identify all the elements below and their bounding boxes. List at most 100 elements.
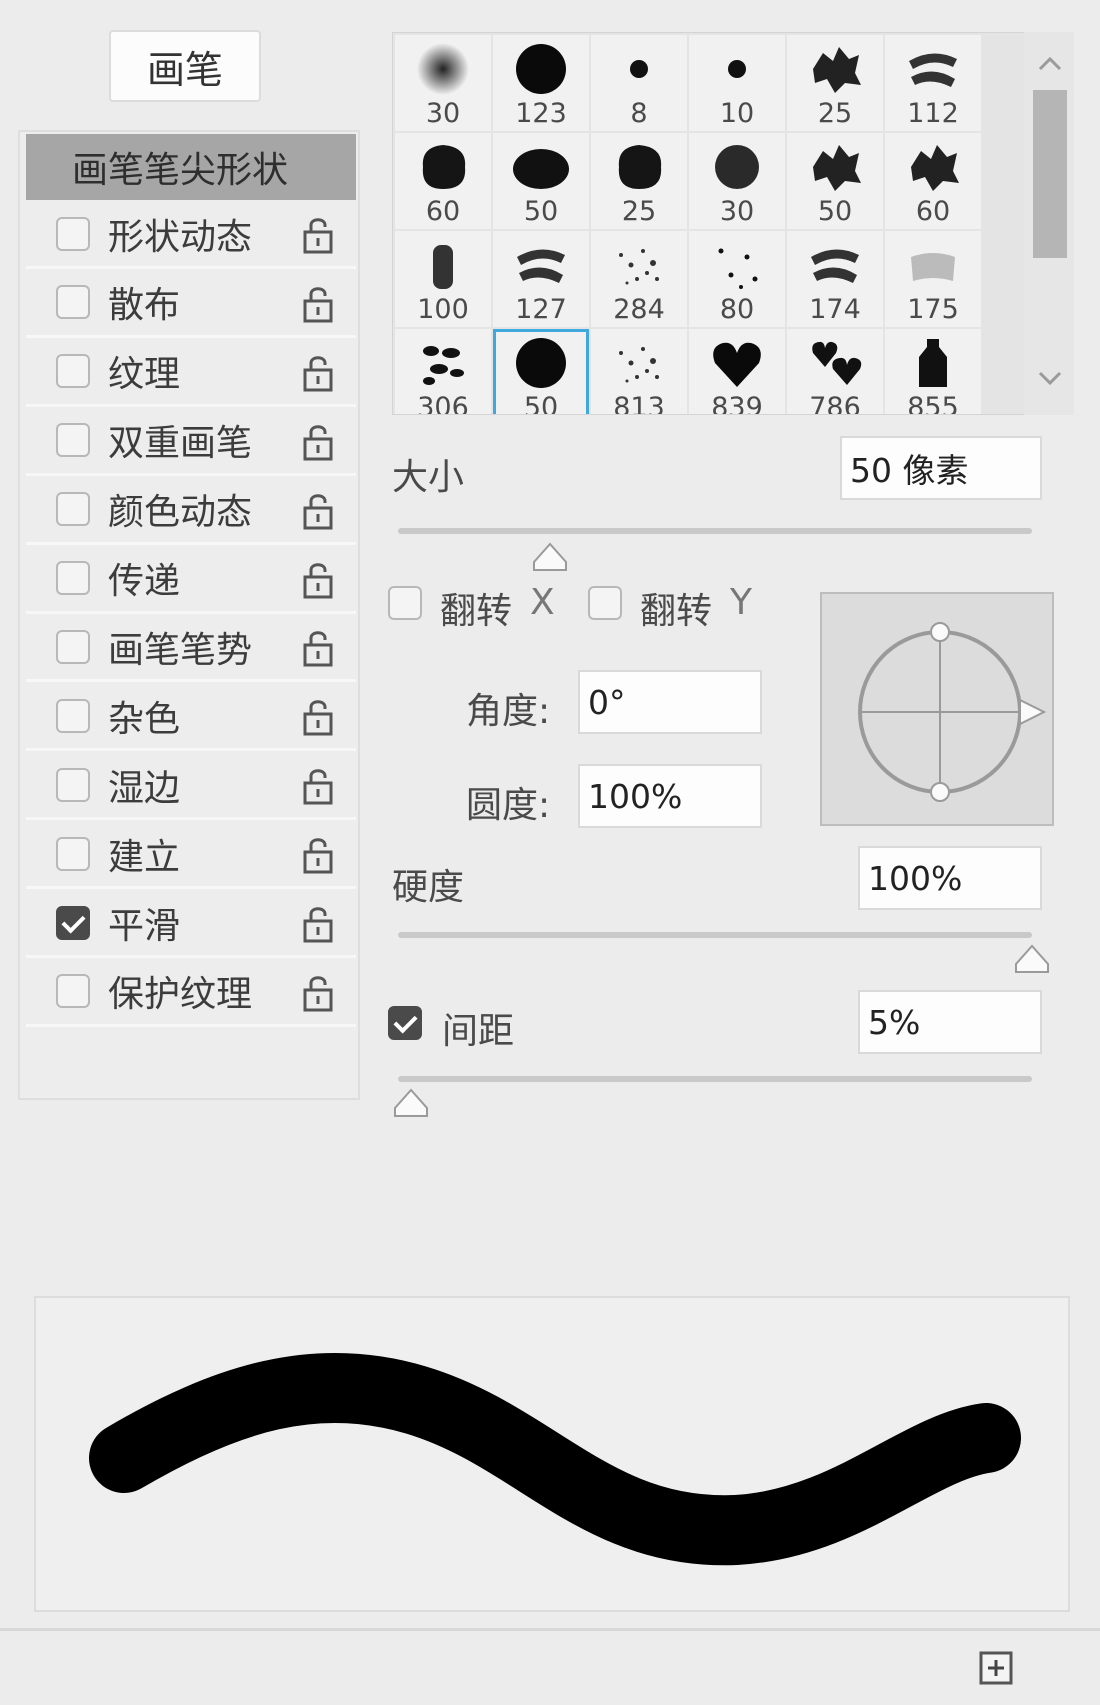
spacing-checkbox[interactable]	[388, 1006, 422, 1040]
brush-option-row[interactable]: 保护纹理	[26, 959, 356, 1027]
size-slider-thumb[interactable]	[530, 540, 570, 574]
hardness-input[interactable]: 100%	[858, 846, 1042, 910]
brush-option-row[interactable]: 颜色动态	[26, 477, 356, 545]
unlock-icon[interactable]	[302, 766, 334, 806]
size-input[interactable]: 50 像素	[840, 436, 1042, 500]
brush-preset-cell[interactable]: 839	[689, 329, 785, 414]
brush-option-row[interactable]: 传递	[26, 546, 356, 614]
hardness-slider-thumb[interactable]	[1012, 942, 1052, 976]
brush-preset-cell[interactable]: 8	[591, 35, 687, 131]
brush-preset-cell[interactable]: 30	[395, 35, 491, 131]
brush-preset-cell[interactable]: 175	[885, 231, 981, 327]
brush-option-checkbox[interactable]	[56, 974, 90, 1009]
brush-option-row[interactable]: 建立	[26, 821, 356, 890]
brush-option-row[interactable]: 散布	[26, 270, 356, 338]
brush-option-checkbox[interactable]	[56, 836, 90, 871]
new-brush-preset-icon[interactable]	[978, 1650, 1014, 1686]
brush-preset-cell[interactable]: 60	[395, 133, 491, 229]
brush-preset-size: 112	[907, 98, 959, 129]
roundness-input[interactable]: 100%	[578, 764, 762, 828]
brush-option-checkbox[interactable]	[56, 354, 90, 389]
brush-preset-cell[interactable]: 123	[493, 35, 589, 131]
flip-y-axis-label: Y	[730, 582, 752, 623]
brush-preset-size: 60	[425, 196, 461, 227]
scrollbar-thumb[interactable]	[1033, 90, 1067, 258]
unlock-icon[interactable]	[302, 422, 334, 462]
spacing-input[interactable]: 5%	[858, 990, 1042, 1054]
brush-preset-size: 25	[817, 98, 853, 129]
size-slider-track[interactable]	[398, 528, 1032, 534]
unlock-icon[interactable]	[302, 973, 334, 1013]
brush-tip-shape-item[interactable]: 画笔笔尖形状	[26, 134, 356, 200]
brush-option-checkbox[interactable]	[56, 561, 90, 595]
unlock-icon[interactable]	[302, 628, 334, 668]
unlock-icon[interactable]	[302, 697, 334, 737]
scroll-up-icon[interactable]	[1037, 54, 1063, 74]
brush-option-checkbox[interactable]	[56, 216, 90, 251]
brush-option-checkbox[interactable]	[56, 285, 90, 320]
brush-option-row[interactable]: 形状动态	[26, 201, 356, 269]
brush-preset-cell[interactable]: 80	[689, 231, 785, 327]
brush-preset-cell[interactable]: 855	[885, 329, 981, 414]
brush-option-label: 画笔笔势	[108, 629, 253, 671]
brush-option-row[interactable]: 双重画笔	[26, 408, 356, 476]
unlock-icon[interactable]	[302, 284, 334, 324]
brush-preset-cell[interactable]: 284	[591, 231, 687, 327]
size-label: 大小	[392, 457, 465, 498]
brush-option-checkbox[interactable]	[56, 698, 90, 733]
brush-button[interactable]: 画笔	[109, 30, 261, 102]
brush-option-checkbox[interactable]	[56, 423, 90, 458]
angle-label: 角度:	[466, 691, 551, 732]
brush-preset-cell[interactable]: 50	[787, 133, 883, 229]
hardness-slider-track[interactable]	[398, 932, 1032, 938]
brush-preset-cell[interactable]: 50	[493, 329, 589, 414]
unlock-icon[interactable]	[302, 353, 334, 393]
unlock-icon[interactable]	[302, 835, 334, 875]
brush-preset-cell[interactable]: 174	[787, 231, 883, 327]
brush-preset-cell[interactable]: 25	[591, 133, 687, 229]
angle-input[interactable]: 0°	[578, 670, 762, 734]
brush-preset-cell[interactable]: 127	[493, 231, 589, 327]
spacing-slider-track[interactable]	[398, 1076, 1032, 1082]
brush-tip-icon	[630, 60, 648, 78]
brush-preset-size: 25	[621, 196, 657, 227]
brush-option-row[interactable]: 杂色	[26, 683, 356, 752]
unlock-icon[interactable]	[302, 491, 334, 531]
brush-preset-cell[interactable]: 786	[787, 329, 883, 414]
brush-option-checkbox[interactable]	[56, 905, 90, 940]
unlock-icon[interactable]	[302, 215, 334, 255]
brush-preset-cell[interactable]: 25	[787, 35, 883, 131]
brush-option-checkbox[interactable]	[56, 492, 90, 527]
unlock-icon[interactable]	[302, 904, 334, 944]
brush-option-checkbox[interactable]	[56, 629, 90, 664]
brush-tip-icon	[423, 346, 464, 385]
brush-preset-cell[interactable]: 30	[689, 133, 785, 229]
brush-tip-icon	[619, 249, 659, 285]
brush-preset-cell[interactable]: 813	[591, 329, 687, 414]
brush-preset-size: 8	[630, 98, 648, 129]
brush-preset-cell[interactable]: 306	[395, 329, 491, 414]
brush-preset-cell[interactable]: 50	[493, 133, 589, 229]
brush-option-checkbox[interactable]	[56, 767, 90, 802]
flip-y-checkbox[interactable]	[588, 586, 622, 620]
bottom-divider	[0, 1628, 1100, 1631]
brush-option-row[interactable]: 纹理	[26, 339, 356, 407]
brush-preset-size: 50	[817, 196, 853, 227]
brush-preset-size: 50	[523, 196, 559, 227]
brush-option-row[interactable]: 湿边	[26, 752, 356, 821]
spacing-slider-thumb[interactable]	[391, 1086, 431, 1120]
brush-preset-cell[interactable]: 100	[395, 231, 491, 327]
brush-preset-cell[interactable]: 60	[885, 133, 981, 229]
brush-tip-icon	[619, 347, 659, 383]
brush-tip-icon	[811, 249, 859, 283]
brush-option-row[interactable]: 画笔笔势	[26, 614, 356, 683]
scroll-down-icon[interactable]	[1037, 368, 1063, 388]
brush-preset-cell[interactable]: 10	[689, 35, 785, 131]
unlock-icon[interactable]	[302, 560, 334, 600]
brush-preset-cell[interactable]: 112	[885, 35, 981, 131]
angle-roundness-widget[interactable]	[820, 592, 1054, 826]
brush-option-row[interactable]: 平滑	[26, 890, 356, 958]
brush-preset-size: 123	[515, 98, 567, 129]
brush-tip-icon	[433, 245, 453, 289]
flip-x-checkbox[interactable]	[388, 586, 422, 620]
